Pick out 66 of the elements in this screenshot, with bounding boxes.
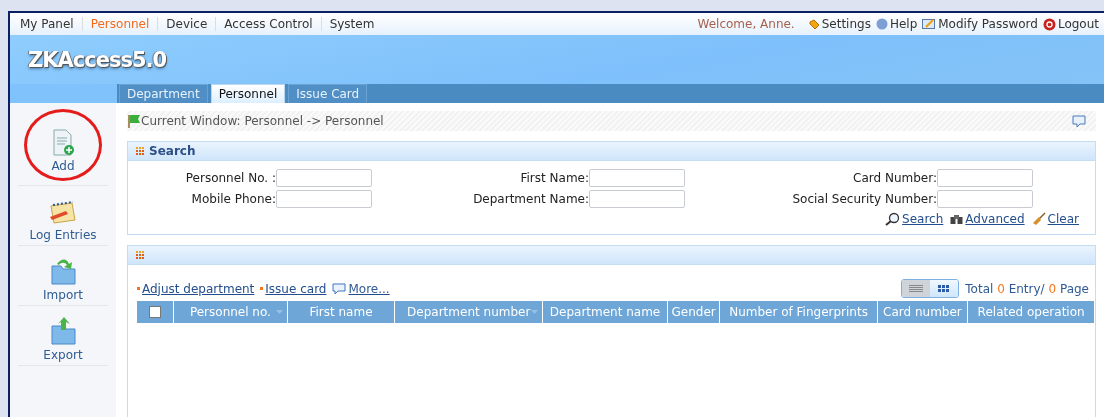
bullet-icon [260,287,264,290]
menu-tab[interactable]: My Panel [18,17,82,31]
logo: ZKAccess5.0 [28,47,167,72]
link-label: Settings [821,17,871,31]
notepad-pencil-icon [48,200,78,226]
link-label: More... [348,281,390,296]
view-button[interactable] [902,280,931,297]
field-label: Department Name: [472,192,589,206]
sort-icon [275,310,283,314]
action-link[interactable]: Clear [1031,212,1079,226]
link-label: Clear [1047,212,1079,226]
pencil-card-icon [922,18,937,30]
magnifier-icon [884,212,901,226]
panel-title: Search [149,144,196,158]
input-field[interactable] [276,169,372,187]
grid-view-icon [938,285,951,292]
link-label: Help [889,17,918,31]
sidebar-label: Export [43,348,83,362]
tab[interactable]: Personnel [210,84,286,103]
flag-icon [127,114,141,128]
field-label: First Name: [519,171,589,185]
bullet-icon [137,287,140,290]
checkbox[interactable] [149,306,162,318]
input-field[interactable] [937,190,1033,208]
list-view-icon [909,284,924,293]
header-link[interactable]: Help [875,17,918,31]
grip-icon [136,147,144,155]
link-label: Advanced [965,212,1025,226]
action-link[interactable]: Search [884,212,944,226]
menu-tab[interactable]: System [320,17,383,31]
sidebar-label: Log Entries [29,228,97,242]
input-field[interactable] [937,169,1033,187]
menu-tab[interactable]: Device [157,17,216,31]
chat-bubble-icon [332,282,347,295]
document-add-icon [51,129,75,157]
header-link[interactable]: Logout [1042,17,1099,31]
field-label: Personnel No. : [184,171,276,185]
total-count: Total 0 Entry/ 0 Page [965,281,1089,296]
sidebar-label: Import [43,288,83,302]
view-button[interactable] [930,280,959,297]
action-link[interactable]: More... [332,281,390,296]
sidebar-item[interactable]: Log Entries [18,186,108,246]
action-link[interactable]: Advanced [950,212,1025,226]
input-field[interactable] [276,190,372,208]
binoculars-icon [950,213,964,225]
link-label: Logout [1057,17,1099,31]
sort-icon [531,310,539,314]
sidebar-label: Add [51,159,75,173]
field-label: Mobile Phone: [190,192,276,206]
sidebar-item[interactable]: Add [18,109,108,186]
sidebar-item[interactable]: Import [18,246,108,306]
field-label: Social Security Number: [791,192,937,206]
field-label: Card Number: [852,171,937,185]
input-field[interactable] [589,169,685,187]
menu-tab[interactable]: Access Control [215,17,321,31]
welcome-text: Welcome, Anne. [697,17,795,31]
grip-icon [136,251,144,259]
input-field[interactable] [589,190,685,208]
header-link[interactable]: Settings [808,17,871,31]
broom-icon [1031,212,1046,226]
sidebar-item[interactable]: Export [18,306,108,366]
help-bubble-icon[interactable] [1072,114,1086,128]
link-label: Search [902,212,944,226]
tag-icon [808,18,820,30]
breadcrumb: Current Window: Personnel -> Personnel [141,114,385,128]
folder-arrow-icon [49,316,77,346]
